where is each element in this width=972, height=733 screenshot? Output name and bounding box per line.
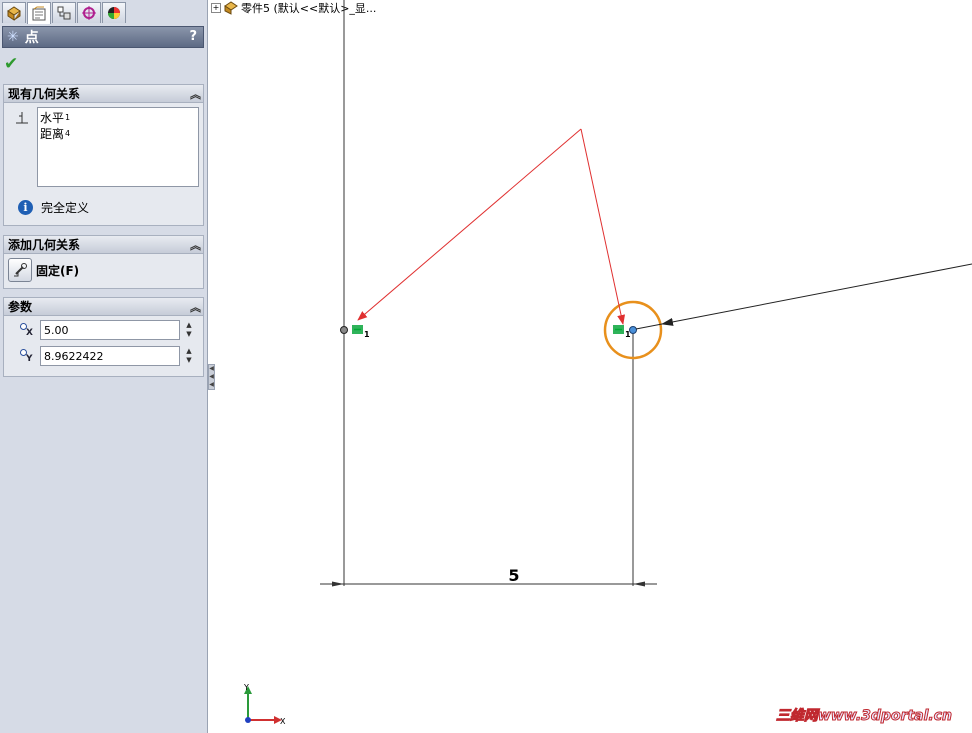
- selected-sketch-point[interactable]: [629, 326, 637, 334]
- annotation-arrow-right: [580, 128, 626, 325]
- existing-relations-group: 现有几何关系 ︽ 水平1 距离4 i 完全定义: [3, 84, 204, 226]
- page-title: 点: [24, 30, 39, 46]
- dimension-arrow-right: [633, 581, 645, 587]
- fix-anchor-icon: [8, 258, 32, 282]
- checkmark-icon: ✔: [4, 54, 19, 74]
- collapse-chevron-icon[interactable]: ︽: [190, 237, 201, 253]
- svg-text:X: X: [280, 717, 286, 726]
- x-coordinate-input[interactable]: [40, 320, 180, 340]
- param-y-row: Y ▲▼: [18, 346, 196, 366]
- collapse-chevron-icon[interactable]: ︽: [190, 86, 201, 102]
- relation-index-label: 1: [364, 330, 370, 339]
- y-coordinate-icon: Y: [18, 347, 38, 365]
- parameters-header[interactable]: 参数 ︽: [4, 298, 203, 316]
- tab-display-manager[interactable]: [102, 2, 126, 23]
- manager-tabs: [2, 2, 126, 24]
- dimxpert-icon: [82, 6, 96, 20]
- status-text: 完全定义: [41, 201, 90, 215]
- tab-dimxpert-manager[interactable]: [77, 2, 101, 23]
- list-item[interactable]: 水平1: [40, 110, 196, 126]
- leader-arrow: [661, 263, 972, 326]
- property-manager-panel: ✳ 点 ? ✔ 现有几何关系 ︽ 水平1 距离4 i 完全定义 添加几何关系 ︽: [0, 0, 208, 733]
- point-icon: ✳: [7, 29, 19, 45]
- dimension-value[interactable]: 5: [508, 566, 519, 585]
- sketch-graphics-area[interactable]: 5 1 1 Y X: [209, 0, 972, 733]
- tab-property-manager[interactable]: [27, 2, 51, 24]
- fix-relation-label: 固定(F): [36, 263, 80, 278]
- tab-configuration-manager[interactable]: [52, 2, 76, 23]
- ok-button[interactable]: ✔: [4, 54, 18, 74]
- existing-relations-header[interactable]: 现有几何关系 ︽: [4, 85, 203, 103]
- parameters-group: 参数 ︽ X ▲▼ Y ▲▼: [3, 297, 204, 377]
- param-x-row: X ▲▼: [18, 320, 196, 340]
- collapse-chevron-icon[interactable]: ︽: [190, 299, 201, 315]
- add-relations-header[interactable]: 添加几何关系 ︽: [4, 236, 203, 254]
- y-coordinate-input[interactable]: [40, 346, 180, 366]
- sketch-point-origin-side[interactable]: [340, 326, 348, 334]
- svg-text:Y: Y: [243, 683, 249, 692]
- relations-list[interactable]: 水平1 距离4: [37, 107, 199, 187]
- x-coordinate-icon: X: [18, 321, 38, 339]
- help-button[interactable]: ?: [189, 29, 197, 44]
- feature-tree-icon: [7, 6, 21, 21]
- property-manager-icon: [32, 6, 46, 20]
- annotation-arrow-left: [357, 128, 582, 321]
- add-relations-group: 添加几何关系 ︽ 固定(F): [3, 235, 204, 289]
- group-title: 添加几何关系: [8, 238, 81, 252]
- group-title: 参数: [8, 300, 33, 314]
- configuration-icon: [57, 6, 71, 20]
- x-spinner[interactable]: ▲ ▼: [182, 320, 196, 340]
- definition-status: i 完全定义: [18, 199, 89, 216]
- tab-feature-manager[interactable]: [2, 2, 26, 23]
- fix-relation-button[interactable]: 固定(F): [8, 258, 79, 282]
- group-title: 现有几何关系: [8, 87, 81, 101]
- dimension-arrow-left: [332, 581, 344, 587]
- info-icon: i: [18, 200, 33, 215]
- watermark: 三维网www.3dportal.cn: [775, 708, 952, 725]
- property-manager-title-bar: ✳ 点 ?: [2, 26, 204, 48]
- list-item[interactable]: 距离4: [40, 126, 196, 142]
- y-spinner[interactable]: ▲ ▼: [182, 346, 196, 366]
- display-manager-icon: [108, 7, 120, 19]
- reference-triad-icon: Y X: [243, 683, 286, 726]
- relations-icon: [16, 112, 28, 124]
